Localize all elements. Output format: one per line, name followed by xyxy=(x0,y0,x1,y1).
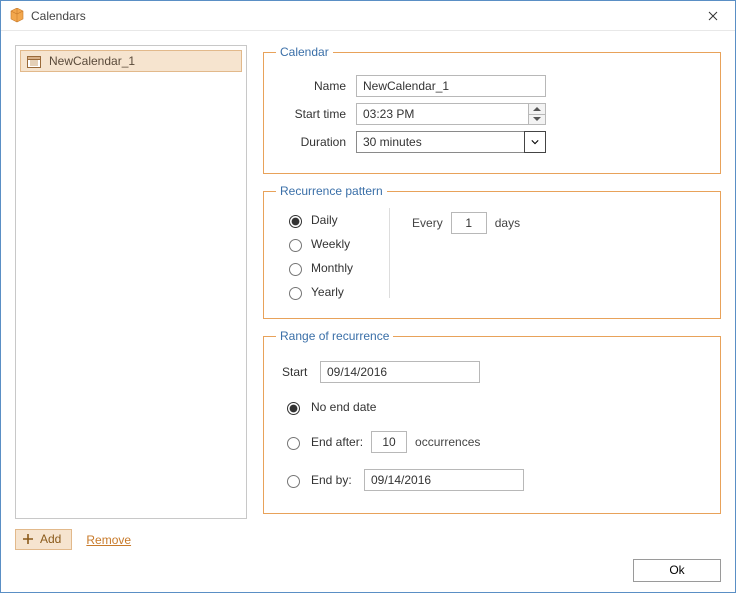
name-input[interactable] xyxy=(356,75,546,97)
every-unit: days xyxy=(495,216,520,230)
add-button[interactable]: Add xyxy=(15,529,72,550)
recurrence-daily-label[interactable]: Daily xyxy=(311,213,338,227)
range-group: Range of recurrence Start No end date En… xyxy=(263,329,721,514)
every-input[interactable] xyxy=(451,212,487,234)
end-by-label[interactable]: End by: xyxy=(311,473,356,487)
titlebar: Calendars xyxy=(1,1,735,31)
add-button-label: Add xyxy=(40,532,61,546)
end-by-input[interactable] xyxy=(364,469,524,491)
footer: Ok xyxy=(1,558,735,592)
recurrence-weekly-label[interactable]: Weekly xyxy=(311,237,350,251)
recurrence-group: Recurrence pattern Daily Weekly Monthly xyxy=(263,184,721,319)
no-end-date-radio[interactable] xyxy=(287,402,300,415)
recurrence-monthly-radio[interactable] xyxy=(289,263,302,276)
left-panel: NewCalendar_1 Add Remove xyxy=(15,45,247,550)
duration-select[interactable] xyxy=(356,131,546,153)
recurrence-legend: Recurrence pattern xyxy=(276,184,387,198)
right-panel: Calendar Name Start time Duration xyxy=(263,45,721,550)
remove-link[interactable]: Remove xyxy=(86,533,131,547)
calendar-legend: Calendar xyxy=(276,45,333,59)
every-label: Every xyxy=(412,216,443,230)
chevron-down-icon xyxy=(533,117,541,121)
chevron-down-icon xyxy=(531,139,539,145)
recurrence-monthly-label[interactable]: Monthly xyxy=(311,261,353,275)
calendar-icon xyxy=(27,54,41,68)
window-title: Calendars xyxy=(31,9,86,23)
plus-icon xyxy=(22,533,34,545)
no-end-date-label[interactable]: No end date xyxy=(311,400,376,414)
end-by-radio[interactable] xyxy=(287,475,300,488)
app-icon xyxy=(9,8,25,24)
recurrence-yearly-radio[interactable] xyxy=(289,287,302,300)
start-time-down-button[interactable] xyxy=(528,114,546,126)
calendar-item-label: NewCalendar_1 xyxy=(49,54,135,68)
start-time-up-button[interactable] xyxy=(528,103,546,114)
start-time-spinner[interactable] xyxy=(356,103,546,125)
close-button[interactable] xyxy=(691,1,735,31)
recurrence-weekly-radio[interactable] xyxy=(289,239,302,252)
end-after-label[interactable]: End after: xyxy=(311,435,363,449)
close-icon xyxy=(708,11,718,21)
duration-label: Duration xyxy=(276,135,356,149)
chevron-up-icon xyxy=(533,107,541,111)
range-start-label: Start xyxy=(282,365,312,379)
end-after-unit: occurrences xyxy=(415,435,480,449)
calendar-group: Calendar Name Start time Duration xyxy=(263,45,721,174)
start-time-label: Start time xyxy=(276,107,356,121)
duration-input[interactable] xyxy=(356,131,524,153)
recurrence-daily-radio[interactable] xyxy=(289,215,302,228)
duration-dropdown-button[interactable] xyxy=(524,131,546,153)
start-time-input[interactable] xyxy=(356,103,528,125)
recurrence-yearly-label[interactable]: Yearly xyxy=(311,285,344,299)
range-legend: Range of recurrence xyxy=(276,329,393,343)
range-start-input[interactable] xyxy=(320,361,480,383)
name-label: Name xyxy=(276,79,356,93)
calendar-list-item[interactable]: NewCalendar_1 xyxy=(20,50,242,72)
end-after-input[interactable] xyxy=(371,431,407,453)
ok-button[interactable]: Ok xyxy=(633,559,721,582)
end-after-radio[interactable] xyxy=(287,437,300,450)
calendar-list[interactable]: NewCalendar_1 xyxy=(15,45,247,519)
